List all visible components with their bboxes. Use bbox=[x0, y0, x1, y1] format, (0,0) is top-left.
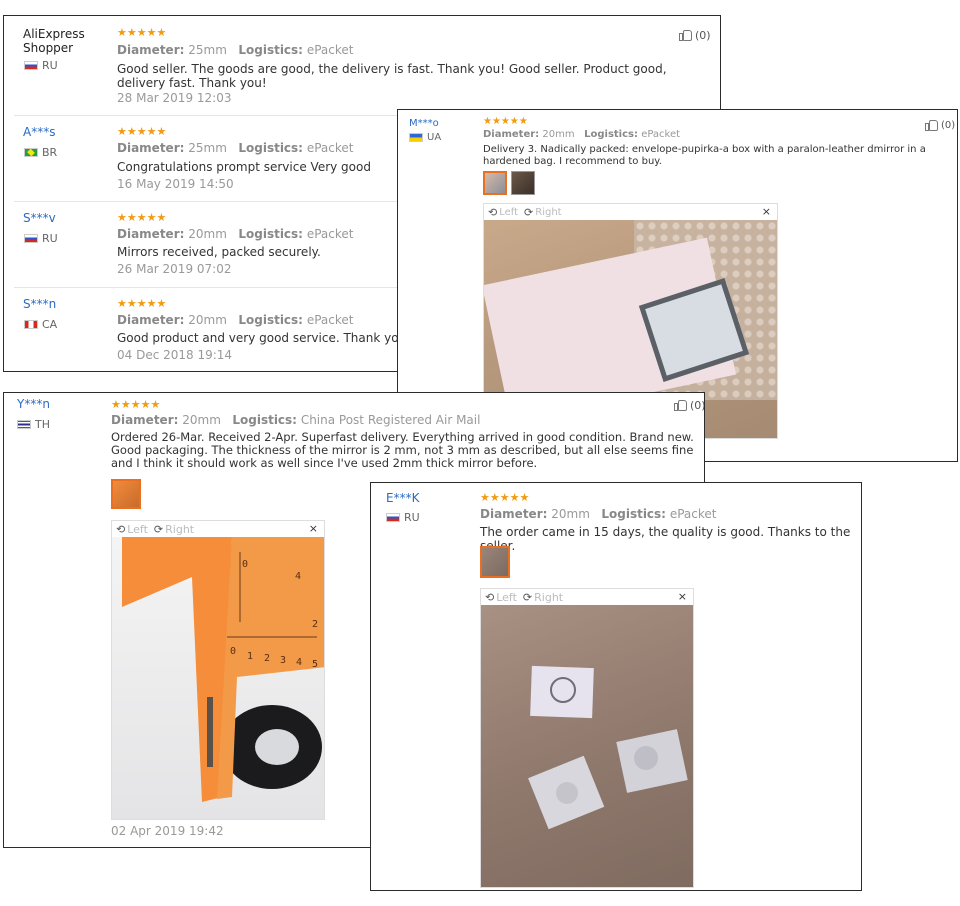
review-date: 02 Apr 2019 19:42 bbox=[111, 824, 224, 838]
review-date: 28 Mar 2019 12:03 bbox=[117, 91, 232, 105]
scale-label: 2 bbox=[312, 619, 318, 630]
reviewer-name[interactable]: E***K bbox=[386, 491, 419, 505]
thumbs-up-icon[interactable] bbox=[679, 28, 693, 42]
review-photo bbox=[481, 605, 693, 887]
like-count: (0) bbox=[695, 28, 711, 42]
thumbs-up-icon[interactable] bbox=[674, 398, 688, 412]
like-control[interactable]: (0) bbox=[674, 398, 705, 412]
photo-thumbnails bbox=[111, 479, 141, 509]
scale-label: 3 bbox=[280, 655, 286, 666]
scale-label: 4 bbox=[296, 657, 302, 668]
russia-flag-icon bbox=[24, 234, 38, 243]
scale-label: 2 bbox=[264, 653, 270, 664]
review-text: Delivery 3. Nadically packed: envelope-p… bbox=[483, 144, 926, 167]
reviewer-country: UA bbox=[409, 132, 441, 143]
caliper-photo: 0 4 2 0 1 2 3 4 5 bbox=[122, 537, 324, 802]
reviewer-name[interactable]: Y***n bbox=[17, 397, 50, 411]
reviewer-name[interactable]: M***o bbox=[409, 117, 439, 131]
review-text: Good seller. The goods are good, the del… bbox=[117, 62, 667, 90]
reviewer-country: RU bbox=[24, 59, 58, 72]
rating-stars: ★★★★★ bbox=[111, 398, 161, 411]
rotate-left-icon: ⟲ bbox=[485, 590, 495, 604]
rotate-right-icon: ⟳ bbox=[153, 522, 164, 536]
reviewer-name[interactable]: S***v bbox=[23, 211, 56, 225]
review-text: Mirrors received, packed securely. bbox=[117, 245, 321, 259]
review-attributes: Diameter: 20mm Logistics: ePacket bbox=[480, 507, 717, 521]
like-control[interactable]: (0) bbox=[679, 28, 711, 42]
close-icon[interactable]: × bbox=[309, 522, 318, 535]
rotate-left-button[interactable]: ⟲ Left bbox=[488, 206, 518, 219]
mirrors-photo bbox=[528, 665, 688, 830]
photo-thumbnail[interactable] bbox=[511, 171, 535, 195]
viewer-toolbar: ⟲ Left ⟳ Right × bbox=[481, 589, 693, 605]
ukraine-flag-icon bbox=[409, 133, 423, 142]
like-count: (0) bbox=[690, 398, 705, 412]
rotate-left-icon: ⟲ bbox=[488, 205, 498, 219]
photo-thumbnail[interactable] bbox=[111, 479, 141, 509]
review-attributes: Diameter: 25mm Logistics: ePacket bbox=[117, 141, 354, 155]
rotate-left-icon: ⟲ bbox=[116, 522, 126, 536]
review-attributes: Diameter: 20mm Logistics: China Post Reg… bbox=[111, 413, 481, 427]
rotate-right-button[interactable]: ⟳ Right bbox=[524, 206, 562, 219]
review-attributes: Diameter: 20mm Logistics: ePacket bbox=[483, 129, 681, 140]
scale-label: 5 bbox=[312, 659, 318, 670]
rating-stars: ★★★★★ bbox=[117, 211, 167, 224]
review-panel-4: E***K RU ★★★★★ Diameter: 20mm Logistics:… bbox=[370, 482, 862, 891]
reviewer-country: RU bbox=[24, 232, 58, 245]
scale-label: 0 bbox=[242, 559, 248, 570]
photo-thumbnails bbox=[483, 171, 535, 195]
reviewer-name[interactable]: S***n bbox=[23, 297, 56, 311]
close-icon[interactable]: × bbox=[678, 590, 687, 603]
like-count: (0) bbox=[941, 119, 956, 131]
close-icon[interactable]: × bbox=[762, 205, 771, 218]
reviewer-country: TH bbox=[17, 418, 50, 431]
reviewer-country: RU bbox=[386, 511, 420, 524]
brazil-flag-icon bbox=[24, 148, 38, 157]
russia-flag-icon bbox=[24, 61, 38, 70]
review-attributes: Diameter: 20mm Logistics: ePacket bbox=[117, 313, 354, 327]
rotate-left-button[interactable]: ⟲ Left bbox=[116, 523, 148, 536]
photo-thumbnails bbox=[480, 546, 510, 578]
rating-stars: ★★★★★ bbox=[483, 116, 528, 127]
rating-stars: ★★★★★ bbox=[117, 297, 167, 310]
reviewer-country: BR bbox=[24, 146, 57, 159]
review-text: The order came in 15 days, the quality i… bbox=[480, 525, 851, 553]
review-date: 26 Mar 2019 07:02 bbox=[117, 262, 232, 276]
rotate-right-icon: ⟳ bbox=[522, 590, 533, 604]
photo-thumbnail[interactable] bbox=[480, 546, 510, 578]
rating-stars: ★★★★★ bbox=[117, 26, 167, 39]
scale-label: 4 bbox=[295, 571, 301, 582]
reviewer-name[interactable]: AliExpress Shopper bbox=[23, 27, 103, 55]
review-date: 04 Dec 2018 19:14 bbox=[117, 348, 233, 362]
review-date: 16 May 2019 14:50 bbox=[117, 177, 234, 191]
canada-flag-icon bbox=[24, 320, 38, 329]
scale-label: 1 bbox=[247, 651, 253, 662]
review-text: Congratulations prompt service Very good bbox=[117, 160, 371, 174]
review-photo: 0 4 2 0 1 2 3 4 5 bbox=[112, 537, 324, 819]
rating-stars: ★★★★★ bbox=[117, 125, 167, 138]
reviewer-country: CA bbox=[24, 318, 57, 331]
review-attributes: Diameter: 20mm Logistics: ePacket bbox=[117, 227, 354, 241]
rotate-left-button[interactable]: ⟲ Left bbox=[485, 591, 517, 604]
review-text: Ordered 26-Mar. Received 2-Apr. Superfas… bbox=[111, 430, 694, 470]
russia-flag-icon bbox=[386, 513, 400, 522]
scale-label: 0 bbox=[230, 646, 236, 657]
review-text: Good product and very good service. Than… bbox=[117, 331, 407, 345]
photo-thumbnail[interactable] bbox=[483, 171, 507, 195]
rating-stars: ★★★★★ bbox=[480, 491, 530, 504]
rotate-right-button[interactable]: ⟳ Right bbox=[523, 591, 563, 604]
viewer-toolbar: ⟲ Left ⟳ Right × bbox=[484, 204, 777, 220]
photo-viewer: ⟲ Left ⟳ Right × 0 4 2 0 1 2 3 4 5 bbox=[111, 520, 325, 820]
photo-viewer: ⟲ Left ⟳ Right × bbox=[480, 588, 694, 888]
rotate-right-icon: ⟳ bbox=[524, 205, 534, 219]
viewer-toolbar: ⟲ Left ⟳ Right × bbox=[112, 521, 324, 537]
like-control[interactable]: (0) bbox=[925, 118, 955, 132]
reviewer-name[interactable]: A***s bbox=[23, 125, 55, 139]
thailand-flag-icon bbox=[17, 420, 31, 429]
review-attributes: Diameter: 25mm Logistics: ePacket bbox=[117, 43, 354, 57]
rotate-right-button[interactable]: ⟳ Right bbox=[154, 523, 194, 536]
thumbs-up-icon[interactable] bbox=[925, 118, 939, 132]
